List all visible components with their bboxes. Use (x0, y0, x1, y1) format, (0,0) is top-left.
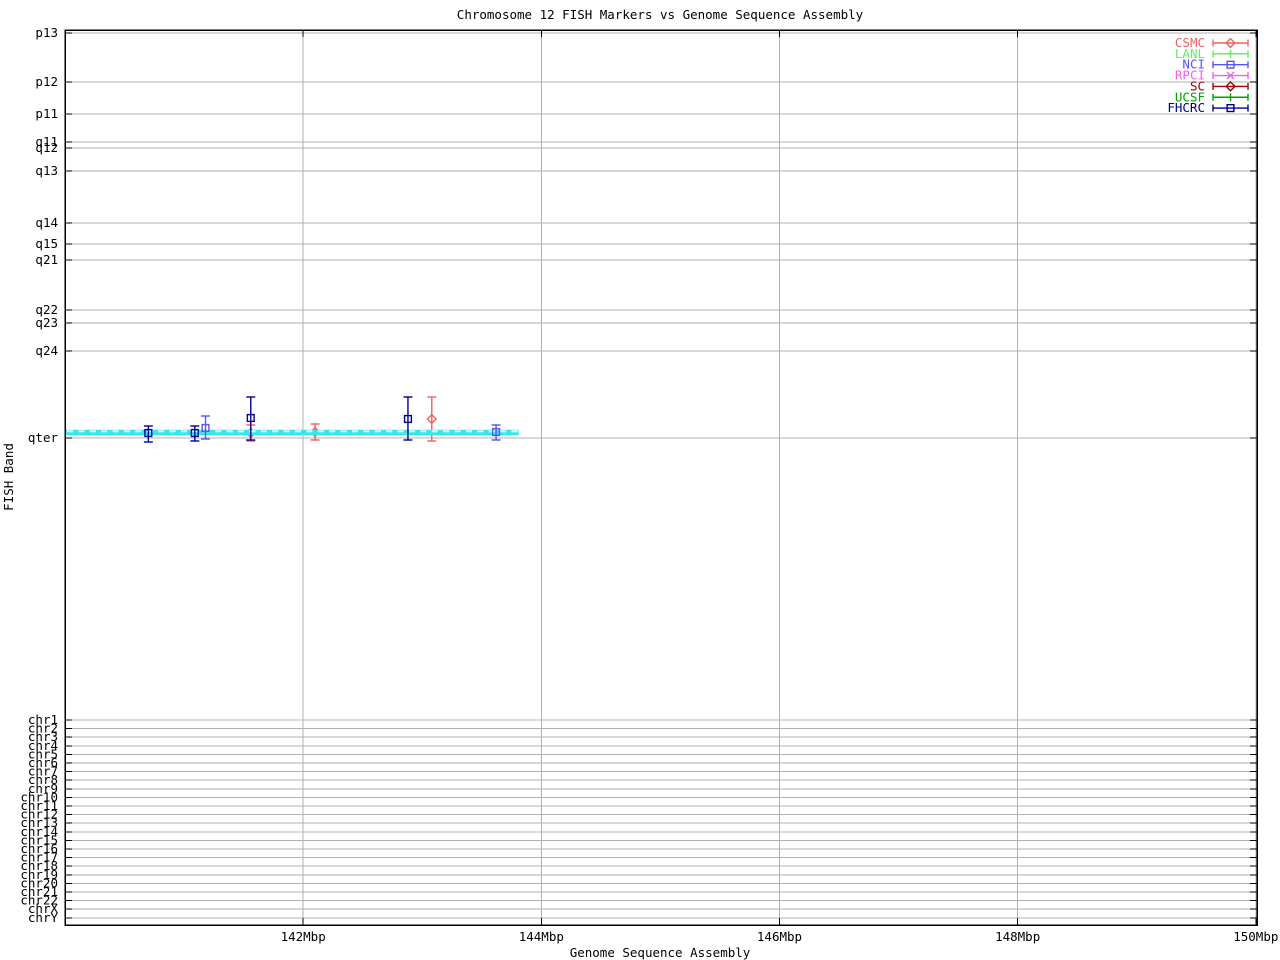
series-NCI (201, 415, 501, 441)
y-tick-label: q15 (35, 236, 58, 251)
legend-label: FHCRC (1167, 100, 1205, 115)
y-axis-label: FISH Band (1, 443, 16, 511)
legend: CSMCLANLNCIRPCISCUCSFFHCRC (1167, 35, 1249, 115)
x-tick-label: 146Mbp (757, 929, 802, 944)
y-tick-label: q14 (35, 215, 58, 230)
legend-entry-RPCI: RPCI (1175, 68, 1249, 83)
border-rect (64, 29, 1258, 926)
y-tick-label: p13 (35, 25, 58, 40)
y-tick-label: q13 (35, 163, 58, 178)
gridlines (65, 30, 1257, 925)
y-tick-label: p12 (35, 74, 58, 89)
fish-markers-chart: 142Mbp 144Mbp 146Mbp 148Mbp 150Mbp p13 p12 p11 q… (0, 0, 1280, 960)
plot-border (64, 29, 1258, 926)
chart-title: Chromosome 12 FISH Markers vs Genome Seq… (457, 7, 864, 22)
y-tick-label: chrY (28, 910, 59, 925)
x-tick-label: 142Mbp (281, 929, 326, 944)
y-tick-label: q23 (35, 315, 58, 330)
x-tick-label: 144Mbp (519, 929, 564, 944)
assembly-track (65, 429, 519, 436)
y-tick-label: q21 (35, 252, 58, 267)
plot-canvas: 142Mbp 144Mbp 146Mbp 148Mbp 150Mbp p13 p12 p11 q… (1, 7, 1278, 960)
axis-ticks (65, 30, 1257, 925)
y-tick-label: qter (28, 430, 59, 445)
y-tick-label: q12 (35, 140, 58, 155)
y-tick-label: p11 (35, 106, 58, 121)
y-tick-label: q24 (35, 343, 58, 358)
legend-entry-FHCRC: FHCRC (1167, 100, 1249, 115)
x-tick-label: 148Mbp (995, 929, 1040, 944)
x-tick-label: 150Mbp (1233, 929, 1278, 944)
x-axis-label: Genome Sequence Assembly (570, 945, 751, 960)
